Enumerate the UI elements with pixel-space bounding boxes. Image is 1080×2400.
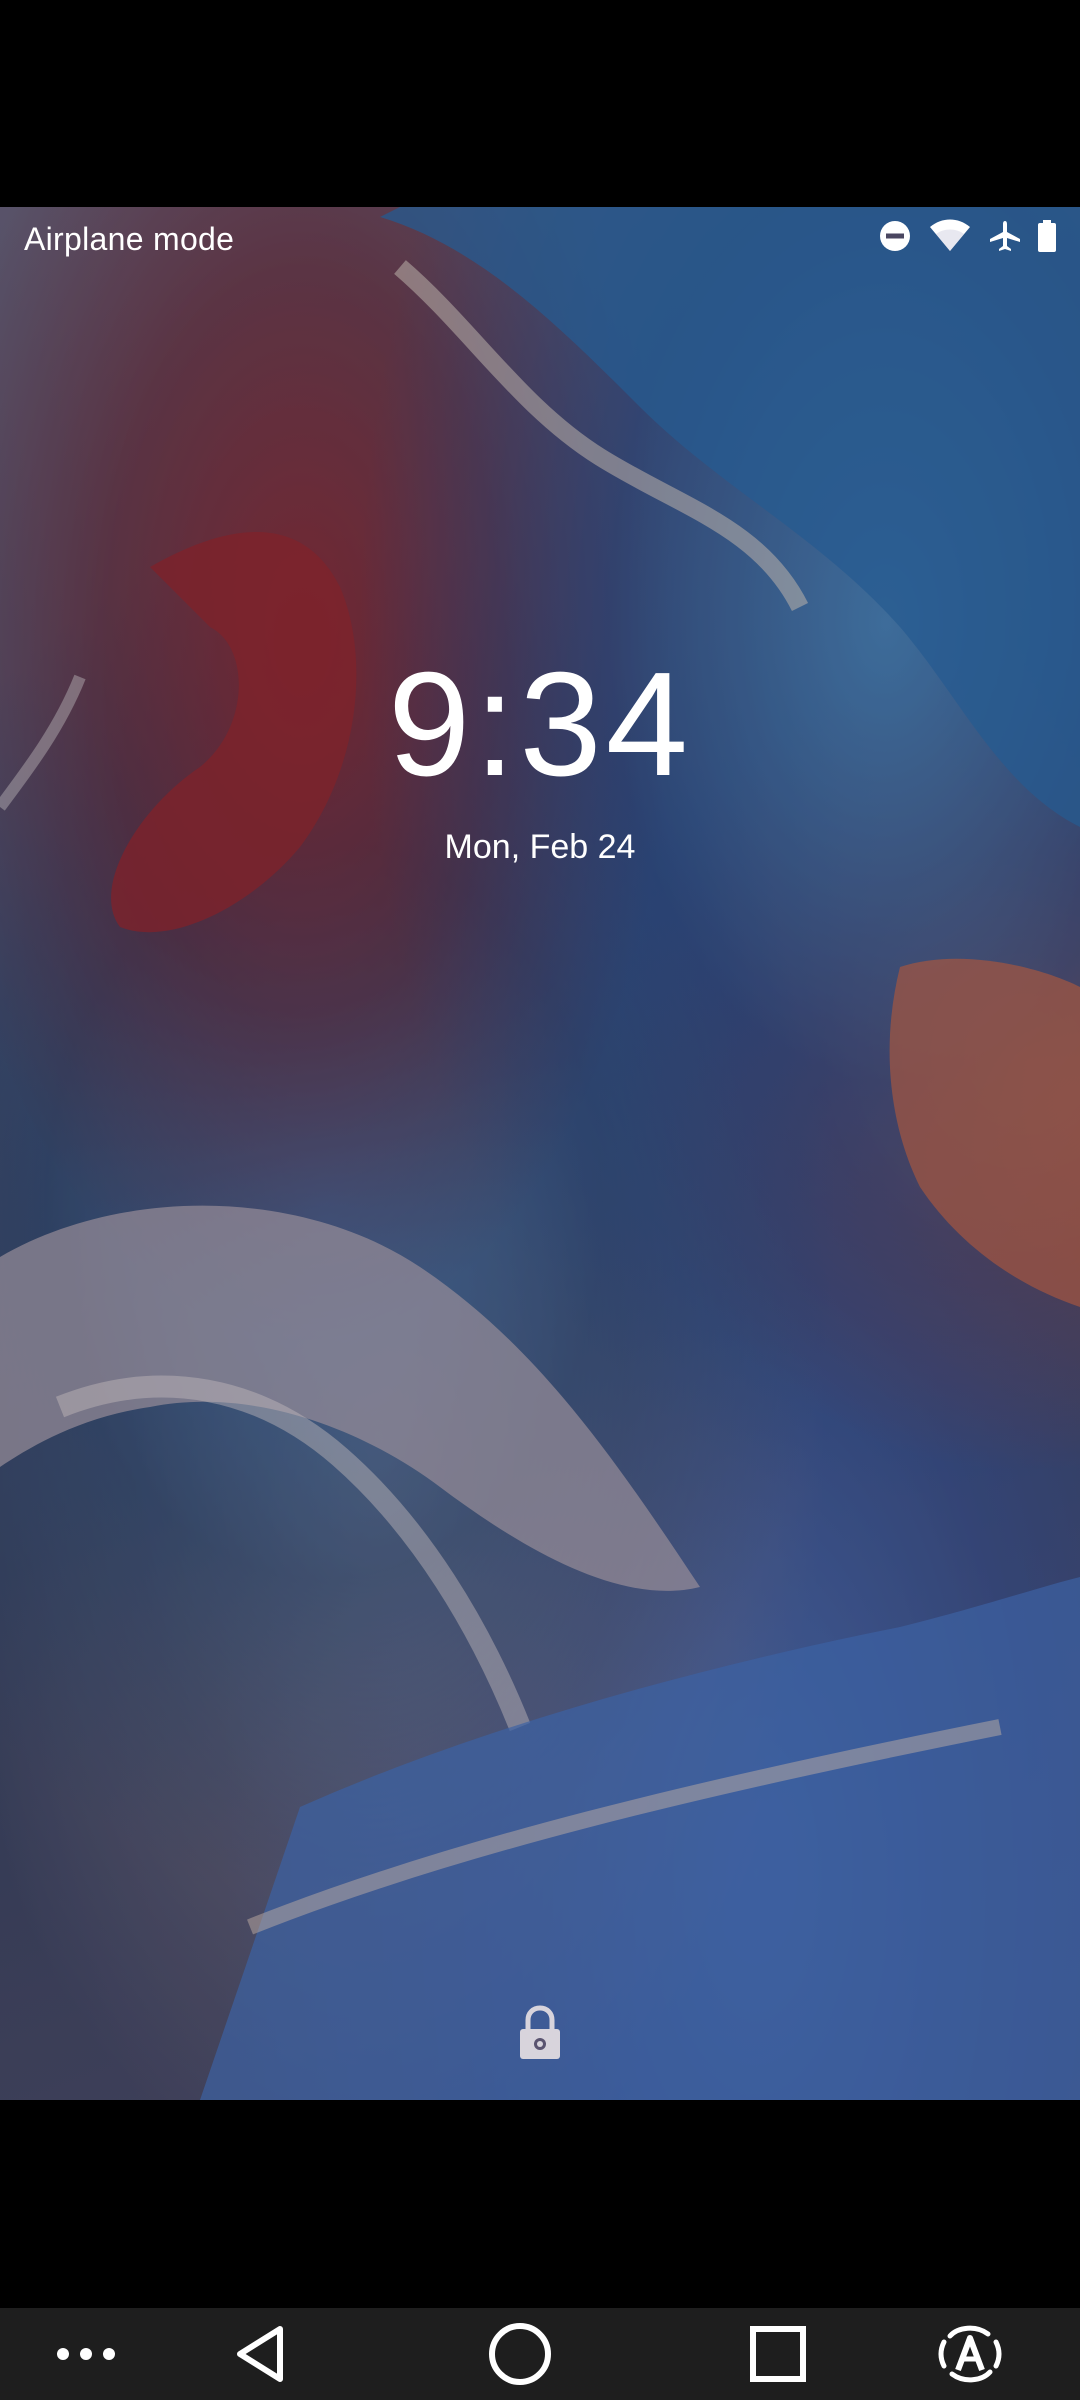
lockscreen-wallpaper[interactable] xyxy=(0,207,1080,2100)
status-bar[interactable]: Airplane mode xyxy=(0,207,1080,267)
status-icons xyxy=(878,219,1056,253)
accessibility-icon xyxy=(938,2322,1002,2386)
recents-button[interactable] xyxy=(718,2308,838,2400)
battery-icon xyxy=(1038,220,1056,252)
airplane-icon xyxy=(988,219,1022,253)
back-button[interactable] xyxy=(200,2308,320,2400)
lockscreen-date: Mon, Feb 24 xyxy=(444,828,636,866)
wallpaper-art xyxy=(0,207,1080,2100)
do-not-disturb-icon xyxy=(878,219,912,253)
recents-icon xyxy=(749,2325,807,2383)
more-button[interactable] xyxy=(26,2308,146,2400)
back-icon xyxy=(234,2324,286,2384)
accessibility-button[interactable] xyxy=(910,2308,1030,2400)
lockscreen-clock: 9:34 xyxy=(387,642,693,807)
lock-icon[interactable] xyxy=(518,2005,562,2061)
home-icon xyxy=(488,2322,552,2386)
home-button[interactable] xyxy=(460,2308,580,2400)
airplane-mode-label: Airplane mode xyxy=(24,221,235,257)
phone-screen: Airplane mode 9:34 Mon, Feb 24 xyxy=(0,0,1080,2400)
more-icon xyxy=(56,2347,116,2361)
navigation-bar xyxy=(0,2308,1080,2400)
wifi-icon xyxy=(928,219,972,253)
